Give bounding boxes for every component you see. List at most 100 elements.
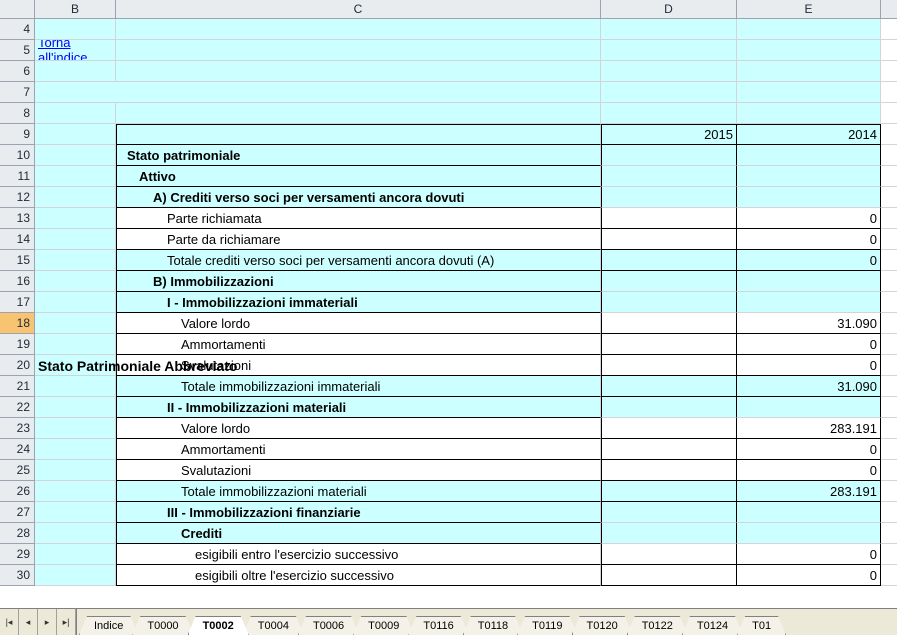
- sheet-tab[interactable]: T0116: [408, 616, 468, 635]
- cell[interactable]: [35, 19, 116, 40]
- row-header[interactable]: 16: [0, 271, 34, 292]
- cell[interactable]: 0: [737, 208, 881, 229]
- row-header[interactable]: 30: [0, 565, 34, 586]
- year-2015[interactable]: 2015: [601, 124, 737, 145]
- row-header[interactable]: 4: [0, 19, 34, 40]
- cell[interactable]: [601, 502, 737, 523]
- cell[interactable]: [601, 82, 737, 103]
- cell[interactable]: [601, 334, 737, 355]
- tab-nav-prev-icon[interactable]: ◂: [19, 609, 38, 635]
- cell[interactable]: [737, 292, 881, 313]
- cell[interactable]: [881, 124, 897, 145]
- cell[interactable]: [737, 40, 881, 61]
- cell-link[interactable]: Torna all'indice: [35, 40, 116, 61]
- cell[interactable]: [881, 229, 897, 250]
- select-all-corner[interactable]: [0, 0, 35, 18]
- row-header[interactable]: 11: [0, 166, 34, 187]
- cell[interactable]: [737, 187, 881, 208]
- row-header[interactable]: 14: [0, 229, 34, 250]
- sheet-tab[interactable]: Indice: [79, 616, 138, 635]
- row-header[interactable]: 10: [0, 145, 34, 166]
- cell[interactable]: [737, 166, 881, 187]
- cell[interactable]: [601, 544, 737, 565]
- cell[interactable]: 31.090: [737, 313, 881, 334]
- cell[interactable]: [601, 397, 737, 418]
- cell[interactable]: [737, 271, 881, 292]
- row-header[interactable]: 23: [0, 418, 34, 439]
- cell[interactable]: [881, 40, 897, 61]
- cell[interactable]: 0: [737, 565, 881, 586]
- cell[interactable]: [737, 103, 881, 124]
- sheet-tab[interactable]: T0004: [243, 616, 304, 635]
- cell[interactable]: [601, 439, 737, 460]
- tab-nav-next-icon[interactable]: ▸: [38, 609, 57, 635]
- cell[interactable]: [881, 460, 897, 481]
- cell[interactable]: [116, 19, 601, 40]
- row-header[interactable]: 29: [0, 544, 34, 565]
- cell[interactable]: [601, 418, 737, 439]
- cell[interactable]: [881, 208, 897, 229]
- cell[interactable]: 0: [737, 229, 881, 250]
- sheet-tab[interactable]: T0122: [627, 616, 688, 635]
- cell[interactable]: 31.090: [737, 376, 881, 397]
- row-header[interactable]: 26: [0, 481, 34, 502]
- cell[interactable]: [601, 523, 737, 544]
- cell[interactable]: [881, 418, 897, 439]
- sheet-tab[interactable]: T0006: [298, 616, 359, 635]
- year-2014[interactable]: 2014: [737, 124, 881, 145]
- cell[interactable]: 283.191: [737, 481, 881, 502]
- cell[interactable]: [737, 82, 881, 103]
- row-header[interactable]: 24: [0, 439, 34, 460]
- cell[interactable]: [881, 355, 897, 376]
- cell[interactable]: [881, 271, 897, 292]
- row-header[interactable]: 25: [0, 460, 34, 481]
- cell[interactable]: [601, 313, 737, 334]
- index-link[interactable]: Torna all'indice: [35, 40, 115, 60]
- cell[interactable]: [737, 19, 881, 40]
- row-header[interactable]: 5: [0, 40, 34, 61]
- cell[interactable]: 0: [737, 460, 881, 481]
- cell[interactable]: [601, 145, 737, 166]
- sheet-tab[interactable]: T0124: [682, 616, 743, 635]
- cell[interactable]: 283.191: [737, 418, 881, 439]
- cell[interactable]: [881, 523, 897, 544]
- cell[interactable]: [881, 502, 897, 523]
- tab-nav-last-icon[interactable]: ▸|: [57, 609, 76, 635]
- sheet-tab[interactable]: T0009: [353, 616, 414, 635]
- cell[interactable]: [601, 292, 737, 313]
- cell[interactable]: [737, 523, 881, 544]
- cell[interactable]: [881, 376, 897, 397]
- cell[interactable]: [881, 250, 897, 271]
- cell[interactable]: [881, 82, 897, 103]
- cell[interactable]: [881, 544, 897, 565]
- cell[interactable]: [116, 61, 601, 82]
- cell[interactable]: 0: [737, 250, 881, 271]
- col-header-B[interactable]: B: [35, 0, 116, 18]
- cell[interactable]: [881, 145, 897, 166]
- sheet-tab[interactable]: T0000: [132, 616, 193, 635]
- cell[interactable]: [601, 229, 737, 250]
- row-header[interactable]: 15: [0, 250, 34, 271]
- cell[interactable]: [881, 439, 897, 460]
- cell[interactable]: [601, 208, 737, 229]
- cell-title[interactable]: Stato Patrimoniale Abbreviato: [35, 82, 116, 103]
- row-header[interactable]: 12: [0, 187, 34, 208]
- col-header-C[interactable]: C: [116, 0, 601, 18]
- cell[interactable]: [881, 103, 897, 124]
- cell[interactable]: [601, 376, 737, 397]
- cell[interactable]: [601, 103, 737, 124]
- row-header[interactable]: 21: [0, 376, 34, 397]
- row-header[interactable]: 6: [0, 61, 34, 82]
- cell[interactable]: [601, 40, 737, 61]
- row-header[interactable]: 13: [0, 208, 34, 229]
- sheet-tab-active[interactable]: T0002: [188, 616, 249, 635]
- cell[interactable]: [601, 250, 737, 271]
- cell[interactable]: [881, 481, 897, 502]
- cell[interactable]: [601, 481, 737, 502]
- cell[interactable]: [881, 61, 897, 82]
- cell[interactable]: [601, 460, 737, 481]
- row-header[interactable]: 27: [0, 502, 34, 523]
- col-header-F[interactable]: [881, 0, 897, 18]
- cell[interactable]: [601, 271, 737, 292]
- row-header[interactable]: 20: [0, 355, 34, 376]
